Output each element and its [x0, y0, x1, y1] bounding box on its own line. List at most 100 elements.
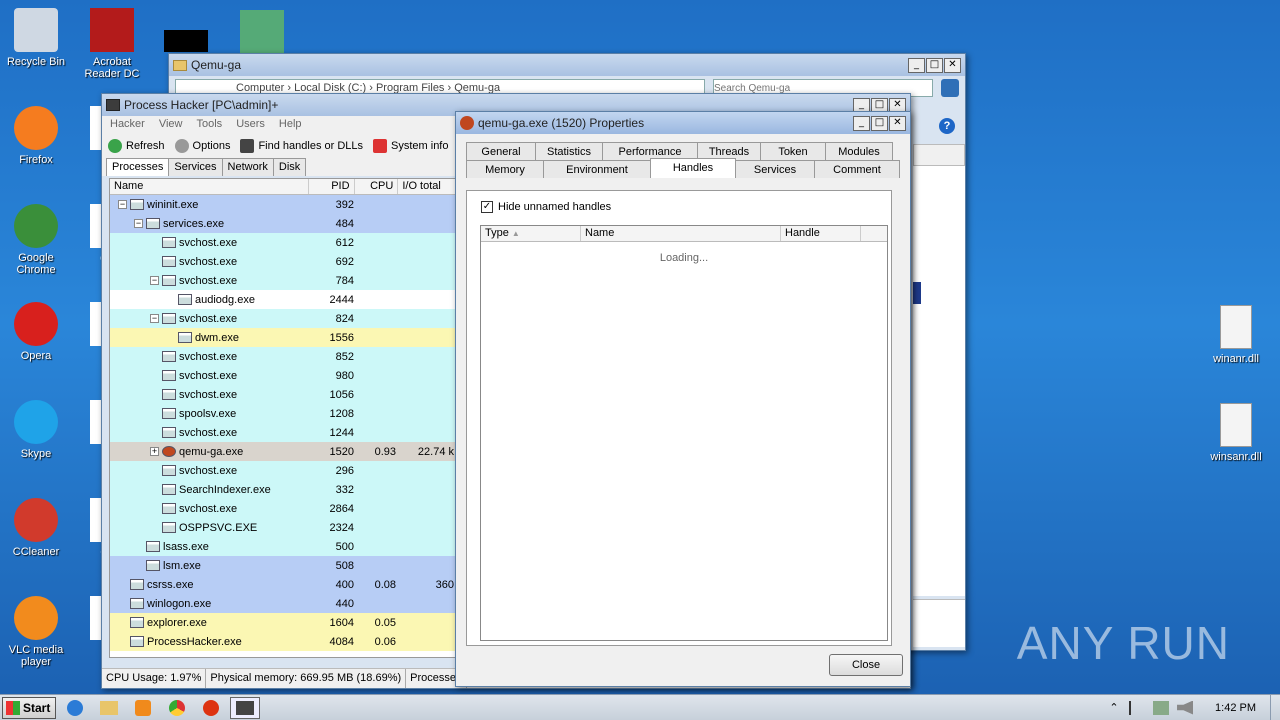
process-row[interactable]: svchost.exe 612	[110, 233, 458, 252]
tab-network[interactable]: Network	[221, 158, 274, 176]
tab-modules[interactable]: Modules	[825, 142, 893, 160]
flag-icon[interactable]	[1129, 700, 1145, 715]
col-type[interactable]: Type ▲	[481, 226, 581, 241]
desktop-icon-recycle-bin[interactable]: Recycle Bin	[0, 8, 74, 68]
ie-taskbar-icon[interactable]	[60, 697, 90, 719]
show-desktop-button[interactable]	[1270, 694, 1280, 720]
tab-comment[interactable]: Comment	[814, 160, 900, 178]
process-row[interactable]: csrss.exe 400 0.08 360	[110, 575, 458, 594]
expand-toggle-icon[interactable]: −	[150, 314, 159, 323]
process-pid: 392	[335, 198, 354, 211]
process-row[interactable]: − services.exe 484	[110, 214, 458, 233]
expand-toggle-icon[interactable]: +	[150, 447, 159, 456]
desktop-icon-google-chrome[interactable]: Google Chrome	[0, 204, 74, 276]
start-button[interactable]: Start	[2, 696, 56, 719]
process-row[interactable]: OSPPSVC.EXE 2324	[110, 518, 458, 537]
tab-token[interactable]: Token	[760, 142, 826, 160]
properties-titlebar[interactable]: qemu-ga.exe (1520) Properties _ □ ✕	[456, 112, 910, 134]
process-row[interactable]: winlogon.exe 440	[110, 594, 458, 613]
col-pid[interactable]: PID	[309, 179, 355, 194]
maximize-button[interactable]: □	[871, 115, 888, 131]
tab-services[interactable]: Services	[168, 158, 223, 176]
desktop-icon-firefox[interactable]: Firefox	[0, 106, 74, 166]
recycle-bin-icon	[14, 8, 58, 52]
process-row[interactable]: svchost.exe 1056	[110, 385, 458, 404]
process-row[interactable]: svchost.exe 852	[110, 347, 458, 366]
handles-list[interactable]: Type ▲ Name Handle Loading...	[480, 225, 888, 641]
options-button[interactable]: Options	[174, 139, 230, 153]
media-player-taskbar-icon[interactable]	[128, 697, 158, 719]
process-row[interactable]: − svchost.exe 784	[110, 271, 458, 290]
hide-unnamed-checkbox[interactable]: ✓	[481, 201, 493, 213]
process-row[interactable]: − svchost.exe 824	[110, 309, 458, 328]
expand-toggle-icon[interactable]: −	[118, 200, 127, 209]
tray-chevron-icon[interactable]: ⌃	[1107, 701, 1121, 714]
menu-users[interactable]: Users	[236, 118, 265, 132]
opera-taskbar-icon[interactable]	[196, 697, 226, 719]
process-tree[interactable]: Name PID CPU I/O total − wininit.exe 392− s…	[109, 178, 459, 658]
process-row[interactable]: svchost.exe 296	[110, 461, 458, 480]
tab-disk[interactable]: Disk	[272, 158, 307, 176]
tab-statistics[interactable]: Statistics	[535, 142, 603, 160]
explorer-taskbar-icon[interactable]	[94, 697, 124, 719]
close-dialog-button[interactable]: Close	[829, 654, 903, 676]
process-name-cell: + qemu-ga.exe	[110, 446, 310, 458]
process-row[interactable]: dwm.exe 1556	[110, 328, 458, 347]
desktop-icon-acrobat-reader-dc[interactable]: Acrobat Reader DC	[74, 8, 150, 80]
process-row[interactable]: lsm.exe 508	[110, 556, 458, 575]
process-row[interactable]: spoolsv.exe 1208	[110, 404, 458, 423]
process-row[interactable]: lsass.exe 500	[110, 537, 458, 556]
close-button[interactable]: ✕	[889, 115, 906, 131]
process-row[interactable]: + qemu-ga.exe 1520 0.93 22.74 k	[110, 442, 458, 461]
col-handle[interactable]: Handle	[781, 226, 861, 241]
col-name[interactable]: Name	[110, 179, 309, 194]
process-row[interactable]: audiodg.exe 2444	[110, 290, 458, 309]
desktop-icon-winanr-dll[interactable]: winanr.dll	[1198, 305, 1274, 365]
process-row[interactable]: svchost.exe 980	[110, 366, 458, 385]
tab-processes[interactable]: Processes	[106, 158, 170, 176]
expand-toggle-icon[interactable]: −	[134, 219, 143, 228]
process-row[interactable]: svchost.exe 2864	[110, 499, 458, 518]
desktop-icon-vlc-media-player[interactable]: VLC media player	[0, 596, 74, 668]
process-row[interactable]: SearchIndexer.exe 332	[110, 480, 458, 499]
desktop-icon-winsanr-dll[interactable]: winsanr.dll	[1198, 403, 1274, 463]
col-io[interactable]: I/O total	[398, 179, 458, 194]
system-info-button[interactable]: System info	[373, 139, 448, 153]
tab-services[interactable]: Services	[735, 160, 815, 178]
menu-help[interactable]: Help	[279, 118, 302, 132]
expand-toggle-icon[interactable]: −	[150, 276, 159, 285]
process-row[interactable]: svchost.exe 692	[110, 252, 458, 271]
close-button[interactable]: ✕	[944, 57, 961, 73]
desktop-icon-monitor[interactable]	[224, 10, 300, 58]
desktop-icon-opera[interactable]: Opera	[0, 302, 74, 362]
properties-dialog[interactable]: qemu-ga.exe (1520) Properties _ □ ✕ Gene…	[455, 111, 911, 687]
menu-hacker[interactable]: Hacker	[110, 118, 145, 132]
search-icon[interactable]	[941, 79, 959, 97]
menu-tools[interactable]: Tools	[197, 118, 223, 132]
help-icon[interactable]: ?	[939, 118, 955, 134]
tab-handles[interactable]: Handles	[650, 158, 736, 178]
tab-environment[interactable]: Environment	[543, 160, 651, 178]
minimize-button[interactable]: _	[853, 115, 870, 131]
tab-memory[interactable]: Memory	[466, 160, 544, 178]
clock[interactable]: 1:42 PM	[1215, 702, 1256, 714]
menu-view[interactable]: View	[159, 118, 183, 132]
network-icon[interactable]	[1153, 700, 1170, 715]
find-handles-button[interactable]: Find handles or DLLs	[240, 139, 363, 153]
desktop-icon-ccleaner[interactable]: CCleaner	[0, 498, 74, 558]
process-row[interactable]: explorer.exe 1604 0.05	[110, 613, 458, 632]
process-row[interactable]: svchost.exe 1244	[110, 423, 458, 442]
tab-general[interactable]: General	[466, 142, 536, 160]
process-row[interactable]: ProcessHacker.exe 4084 0.06	[110, 632, 458, 651]
process-row[interactable]: − wininit.exe 392	[110, 195, 458, 214]
volume-icon[interactable]	[1177, 700, 1194, 715]
process-hacker-taskbar-icon[interactable]	[230, 696, 260, 719]
desktop-icon-skype[interactable]: Skype	[0, 400, 74, 460]
col-handle-name[interactable]: Name	[581, 226, 781, 241]
maximize-button[interactable]: □	[926, 57, 943, 73]
minimize-button[interactable]: _	[908, 57, 925, 73]
explorer-titlebar[interactable]: Qemu-ga _ □ ✕	[169, 54, 965, 76]
col-cpu[interactable]: CPU	[355, 179, 399, 194]
chrome-taskbar-icon[interactable]	[162, 697, 192, 719]
refresh-button[interactable]: Refresh	[108, 139, 165, 153]
